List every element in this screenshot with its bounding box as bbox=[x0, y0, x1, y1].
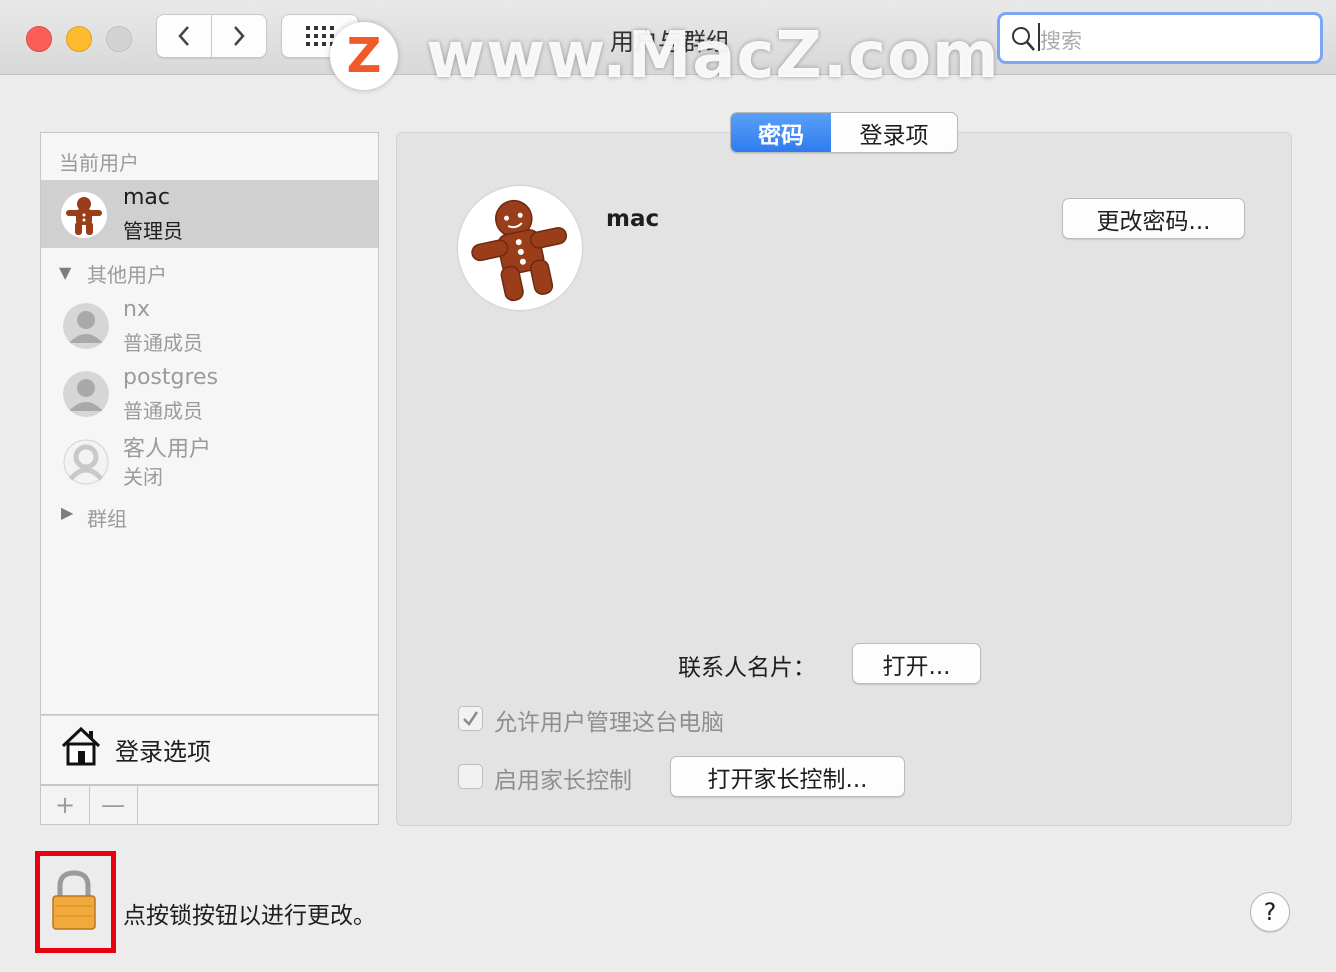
forward-button[interactable] bbox=[211, 14, 267, 58]
user-row-guest[interactable]: 客人用户 关闭 bbox=[41, 427, 378, 495]
user-role: 关闭 bbox=[123, 465, 163, 489]
groups-header: 群组 bbox=[87, 507, 127, 531]
gingerbread-avatar-icon bbox=[471, 199, 568, 302]
open-contact-card-button[interactable]: 打开... bbox=[852, 643, 981, 684]
lock-instruction-text: 点按锁按钮以进行更改。 bbox=[123, 903, 376, 929]
search-placeholder: 搜索 bbox=[1040, 29, 1082, 53]
guest-avatar-icon bbox=[63, 439, 109, 485]
house-icon bbox=[61, 726, 101, 766]
back-button[interactable] bbox=[156, 14, 212, 58]
disclosure-open-icon[interactable]: ▼ bbox=[59, 263, 71, 282]
lock-icon[interactable] bbox=[50, 870, 98, 932]
tab-login-items[interactable]: 登录项 bbox=[831, 113, 957, 152]
current-users-header: 当前用户 bbox=[59, 151, 139, 175]
login-options-row[interactable]: 登录选项 bbox=[40, 715, 379, 785]
tab-password[interactable]: 密码 bbox=[731, 113, 831, 152]
help-button[interactable]: ? bbox=[1250, 892, 1290, 932]
user-role: 管理员 bbox=[123, 219, 183, 243]
parental-controls-checkbox[interactable] bbox=[458, 764, 483, 789]
default-avatar-icon bbox=[63, 303, 109, 349]
remove-user-button[interactable]: — bbox=[89, 786, 138, 824]
disclosure-closed-icon[interactable]: ▶ bbox=[61, 503, 73, 522]
grid-icon bbox=[306, 26, 334, 46]
parental-controls-label: 启用家长控制 bbox=[494, 768, 632, 794]
user-name: 客人用户 bbox=[123, 437, 212, 462]
user-name: postgres bbox=[123, 365, 219, 390]
change-password-button[interactable]: 更改密码... bbox=[1062, 198, 1245, 239]
user-row-postgres[interactable]: postgres 普通成员 bbox=[41, 359, 378, 427]
add-user-button[interactable]: + bbox=[41, 786, 90, 824]
login-options-label: 登录选项 bbox=[115, 738, 211, 766]
user-picture[interactable] bbox=[458, 186, 582, 310]
close-window-button[interactable] bbox=[26, 26, 52, 52]
user-full-name: mac bbox=[606, 206, 660, 232]
user-name: nx bbox=[123, 297, 150, 322]
user-list: 当前用户 mac 管理员 ▼ 其他用户 nx 普通成员 postgres 普通成… bbox=[40, 132, 379, 715]
user-row-mac[interactable]: mac 管理员 bbox=[41, 180, 378, 248]
chevron-left-icon bbox=[178, 26, 189, 46]
other-users-header: 其他用户 bbox=[87, 263, 167, 287]
search-field[interactable]: 搜索 bbox=[997, 12, 1323, 64]
search-icon bbox=[1012, 27, 1035, 51]
user-row-nx[interactable]: nx 普通成员 bbox=[41, 291, 378, 359]
gingerbread-avatar-icon bbox=[61, 192, 107, 238]
zoom-window-button[interactable] bbox=[106, 26, 132, 52]
user-name: mac bbox=[123, 185, 171, 210]
show-all-button[interactable] bbox=[281, 14, 359, 58]
window-title: 用户与群组 bbox=[610, 28, 730, 56]
chevron-right-icon bbox=[234, 26, 245, 46]
tab-bar: 密码 登录项 bbox=[730, 112, 958, 153]
minimize-window-button[interactable] bbox=[66, 26, 92, 52]
allow-admin-label: 允许用户管理这台电脑 bbox=[494, 710, 724, 736]
user-role: 普通成员 bbox=[123, 399, 203, 423]
checkmark-icon bbox=[463, 711, 479, 726]
contact-card-label: 联系人名片： bbox=[678, 655, 816, 681]
add-remove-bar: + — bbox=[40, 785, 379, 825]
user-role: 普通成员 bbox=[123, 331, 203, 355]
title-bar: 用户与群组 搜索 bbox=[0, 0, 1336, 75]
allow-admin-checkbox[interactable] bbox=[458, 706, 483, 731]
default-avatar-icon bbox=[63, 371, 109, 417]
open-parental-controls-button[interactable]: 打开家长控制... bbox=[670, 756, 905, 797]
